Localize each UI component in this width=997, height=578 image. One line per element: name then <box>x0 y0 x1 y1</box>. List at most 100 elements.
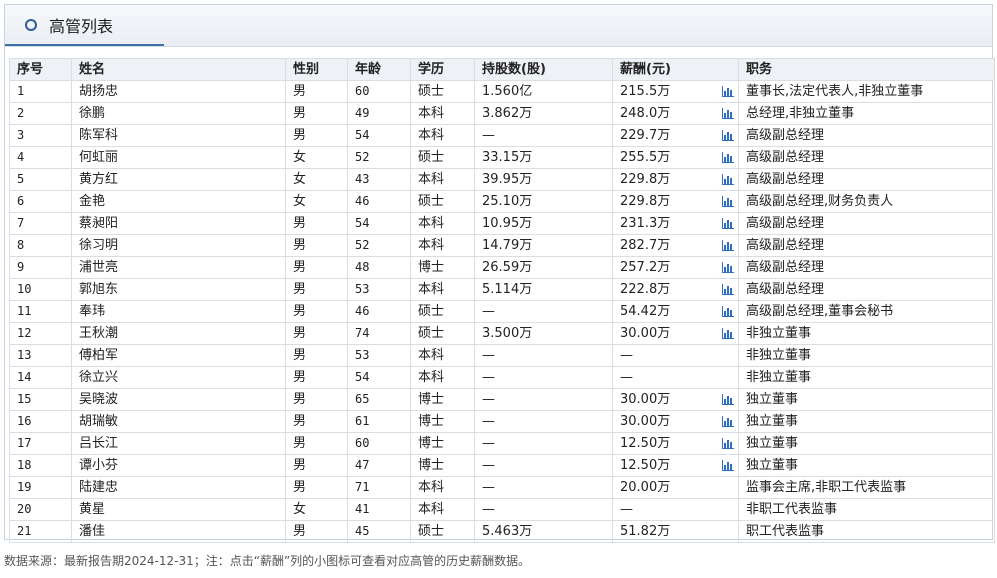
cell-shares: 5.463万 <box>474 520 613 543</box>
cell-position-text: 非独立董事 <box>746 348 812 363</box>
cell-pay-text: — <box>620 348 633 363</box>
cell-education: 博士 <box>410 388 475 411</box>
col-header-gender: 性别 <box>285 58 348 81</box>
cell-gender-text: 男 <box>293 370 307 385</box>
cell-gender-text: 男 <box>293 326 307 341</box>
cell-education-text: 硕士 <box>418 304 445 319</box>
panel-header: 高管列表 <box>5 5 992 47</box>
pay-history-chart-icon[interactable] <box>721 86 734 97</box>
cell-position: 非独立董事 <box>738 322 995 345</box>
cell-shares: 3.862万 <box>474 102 613 125</box>
cell-age: 43 <box>347 168 411 191</box>
cell-shares-text: 3.862万 <box>482 106 533 121</box>
cell-gender: 男 <box>285 212 348 235</box>
table-row: 20 黄星 女 41 本科 — — 非职工代表监事 <box>9 498 995 521</box>
cell-no-text: 8 <box>17 238 25 252</box>
cell-name-text: 吕长江 <box>79 436 119 451</box>
cell-pay-text: 12.50万 <box>620 436 671 451</box>
cell-name: 谭小芬 <box>71 454 286 477</box>
cell-age: 49 <box>347 102 411 125</box>
cell-name-text: 徐立兴 <box>79 370 119 385</box>
cell-gender: 男 <box>285 322 348 345</box>
cell-no-text: 7 <box>17 216 25 230</box>
cell-shares: — <box>474 432 613 455</box>
pay-history-chart-icon[interactable] <box>721 394 734 405</box>
pay-history-chart-icon[interactable] <box>721 416 734 427</box>
pay-history-chart-icon[interactable] <box>721 284 734 295</box>
pay-history-chart-icon[interactable] <box>721 174 734 185</box>
cell-no-text: 6 <box>17 194 25 208</box>
pay-history-chart-icon[interactable] <box>721 438 734 449</box>
cell-pay: 30.00万 <box>612 410 739 433</box>
cell-no: 12 <box>9 322 72 345</box>
cell-shares-text: — <box>482 392 495 407</box>
cell-education-text: 硕士 <box>418 84 445 99</box>
cell-shares: 25.10万 <box>474 190 613 213</box>
cell-no: 19 <box>9 476 72 499</box>
pay-history-chart-icon[interactable] <box>721 130 734 141</box>
cell-gender-text: 男 <box>293 436 307 451</box>
cell-pay: 222.8万 <box>612 278 739 301</box>
cell-position-text: 高级副总经理,财务负责人 <box>746 194 894 209</box>
table-row: 3 陈军科 男 54 本科 — 229.7万 高级副总经理 <box>9 124 995 147</box>
cell-no: 6 <box>9 190 72 213</box>
cell-education: 博士 <box>410 256 475 279</box>
cell-name-text: 黄方红 <box>79 172 119 187</box>
pay-history-chart-icon[interactable] <box>721 306 734 317</box>
cell-pay-text: 229.8万 <box>620 194 671 209</box>
pay-history-chart-icon[interactable] <box>721 196 734 207</box>
cell-gender-text: 女 <box>293 150 307 165</box>
cell-shares: 10.95万 <box>474 212 613 235</box>
cell-position: 高级副总经理,财务负责人 <box>738 190 995 213</box>
cell-no-text: 10 <box>17 282 32 296</box>
cell-no-text: 1 <box>17 84 25 98</box>
cell-shares: 39.95万 <box>474 168 613 191</box>
cell-no-text: 19 <box>17 480 32 494</box>
cell-pay: — <box>612 344 739 367</box>
pay-history-chart-icon[interactable] <box>721 218 734 229</box>
cell-age-text: 52 <box>355 238 370 252</box>
cell-education: 硕士 <box>410 520 475 543</box>
cell-no-text: 15 <box>17 392 32 406</box>
cell-education: 硕士 <box>410 146 475 169</box>
cell-gender: 男 <box>285 454 348 477</box>
cell-education: 本科 <box>410 366 475 389</box>
cell-education-text: 博士 <box>418 260 445 275</box>
cell-shares: — <box>474 124 613 147</box>
pay-history-chart-icon[interactable] <box>721 152 734 163</box>
cell-age: 53 <box>347 344 411 367</box>
pay-history-chart-icon[interactable] <box>721 240 734 251</box>
cell-shares: — <box>474 476 613 499</box>
cell-education: 硕士 <box>410 300 475 323</box>
cell-gender-text: 男 <box>293 480 307 495</box>
cell-education: 本科 <box>410 476 475 499</box>
col-header-pay: 薪酬(元) <box>612 58 739 81</box>
cell-no-text: 2 <box>17 106 25 120</box>
cell-name: 徐立兴 <box>71 366 286 389</box>
cell-name-text: 吴晓波 <box>79 392 119 407</box>
table-row: 13 傅柏军 男 53 本科 — — 非独立董事 <box>9 344 995 367</box>
col-header-no: 序号 <box>9 58 72 81</box>
cell-age: 52 <box>347 146 411 169</box>
cell-name: 吴晓波 <box>71 388 286 411</box>
cell-education: 本科 <box>410 168 475 191</box>
pay-history-chart-icon[interactable] <box>721 328 734 339</box>
cell-pay-text: 222.8万 <box>620 282 671 297</box>
cell-position-text: 高级副总经理 <box>746 282 825 297</box>
cell-education-text: 博士 <box>418 458 445 473</box>
cell-shares: — <box>474 300 613 323</box>
cell-name: 王秋潮 <box>71 322 286 345</box>
cell-position-text: 职工代表监事 <box>746 524 825 539</box>
cell-position-text: 高级副总经理 <box>746 260 825 275</box>
col-header-age: 年龄 <box>347 58 411 81</box>
cell-name-text: 徐习明 <box>79 238 119 253</box>
cell-gender: 男 <box>285 366 348 389</box>
cell-education: 本科 <box>410 344 475 367</box>
cell-gender-text: 男 <box>293 216 307 231</box>
cell-age-text: 60 <box>355 436 370 450</box>
table-row: 15 吴晓波 男 65 博士 — 30.00万 独立董事 <box>9 388 995 411</box>
pay-history-chart-icon[interactable] <box>721 262 734 273</box>
pay-history-chart-icon[interactable] <box>721 460 734 471</box>
cell-age-text: 65 <box>355 392 370 406</box>
pay-history-chart-icon[interactable] <box>721 108 734 119</box>
